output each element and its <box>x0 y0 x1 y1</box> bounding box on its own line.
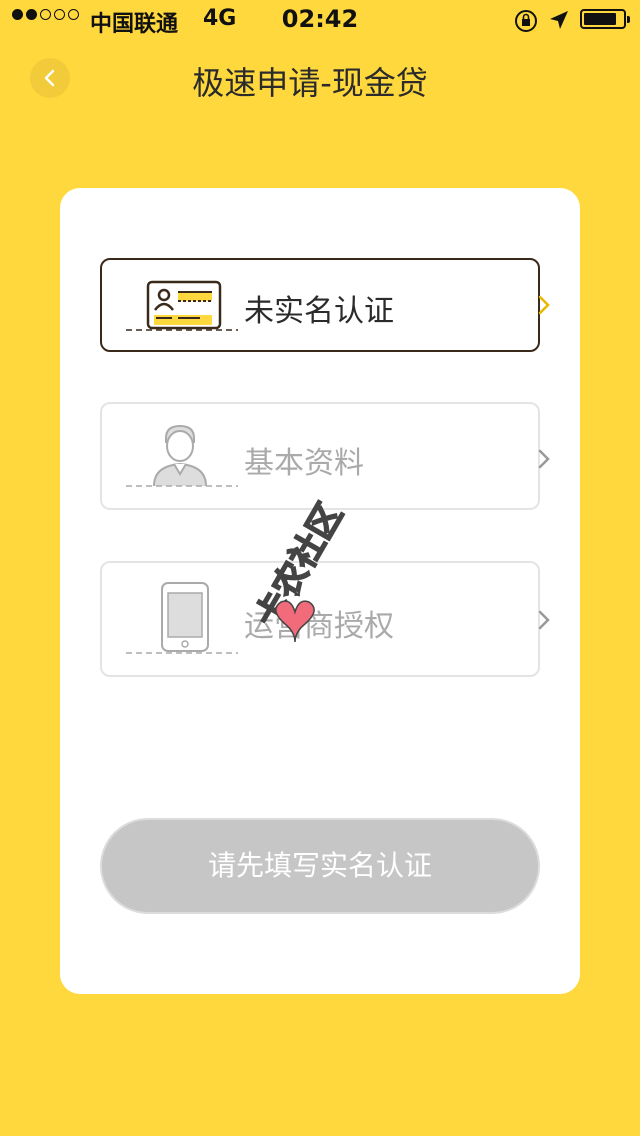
step-basic-info[interactable]: 基本资料 <box>100 402 550 510</box>
chevron-right-icon <box>538 610 550 630</box>
submit-button[interactable]: 请先填写实名认证 <box>100 818 540 914</box>
nav-bar: 极速申请-现金贷 <box>0 40 640 124</box>
step-real-name-verification[interactable]: 未实名认证 <box>100 258 550 352</box>
phone-icon <box>126 582 238 654</box>
rotation-lock-icon <box>515 10 537 32</box>
status-bar: 中国联通 4G 02:42 <box>0 0 640 40</box>
location-arrow-icon <box>550 11 568 29</box>
application-card: 未实名认证 基本资料 运营商授权 请先填写实名认证 <box>60 188 580 994</box>
person-icon <box>126 424 238 487</box>
step-carrier-authorization[interactable]: 运营商授权 <box>100 561 550 677</box>
step-label: 基本资料 <box>244 446 364 481</box>
status-time: 02:42 <box>281 5 359 33</box>
id-card-icon <box>126 280 238 331</box>
chevron-right-icon <box>538 449 550 469</box>
chevron-right-icon <box>538 295 550 315</box>
step-label: 运营商授权 <box>244 609 394 644</box>
battery-icon <box>580 9 630 29</box>
page-title: 极速申请-现金贷 <box>192 64 428 102</box>
step-label: 未实名认证 <box>244 294 394 329</box>
